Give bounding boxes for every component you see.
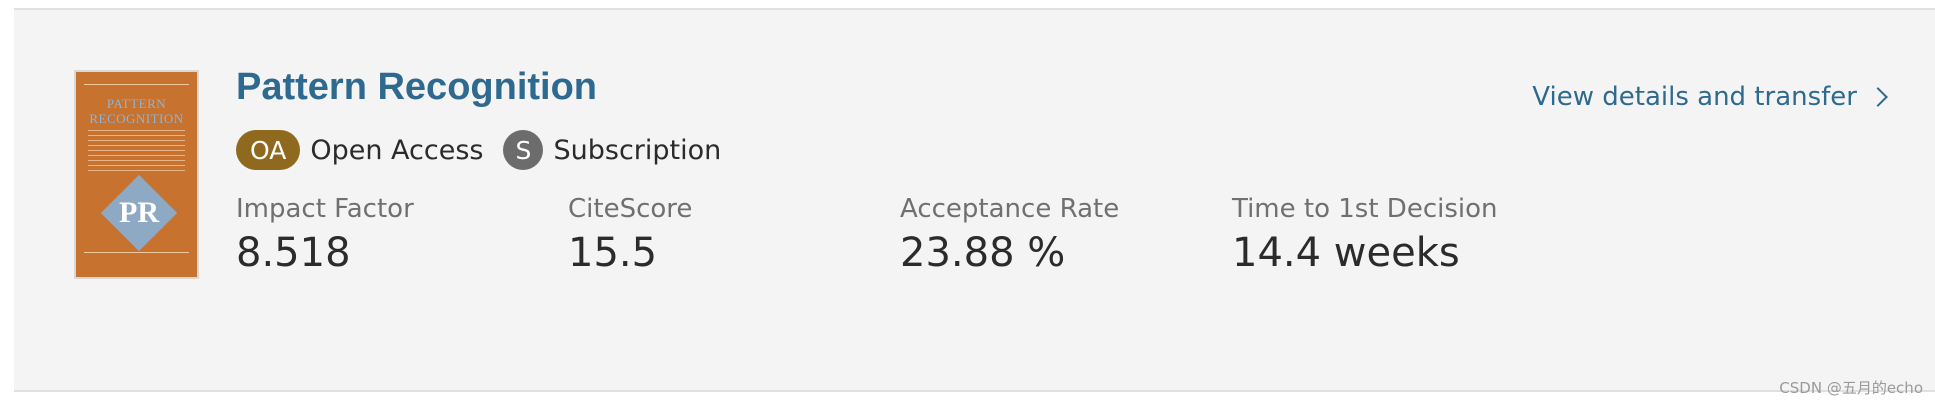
cover-logo: PR [100,174,178,252]
open-access-badge: OA [236,130,301,170]
view-details-transfer-link[interactable]: View details and transfer [1532,82,1888,112]
open-access-label: Open Access [310,134,484,166]
metric-value: 14.4 weeks [1232,230,1460,276]
watermark: CSDN @五月的echo [1779,379,1923,397]
subscription-label: Subscription [553,134,722,166]
metric-label: Time to 1st Decision [1232,194,1498,224]
access-options: OA Open Access S Subscription [236,130,721,170]
metric-value: 15.5 [568,230,658,276]
metric-label: Impact Factor [236,194,414,224]
metric-label: CiteScore [568,194,693,224]
metric-value: 23.88 % [900,230,1066,276]
metric-label: Acceptance Rate [900,194,1120,224]
metric-citescore: CiteScore 15.5 [568,194,692,276]
view-details-label: View details and transfer [1532,82,1857,112]
subscription-badge: S [503,130,544,170]
metric-impact-factor: Impact Factor 8.518 [236,194,414,276]
metric-time-to-decision: Time to 1st Decision 14.4 weeks [1232,194,1498,276]
cover-title: PATTERN RECOGNITION [89,96,184,126]
journal-title[interactable]: Pattern Recognition [236,66,597,109]
metric-value: 8.518 [236,230,351,276]
chevron-right-icon [1868,87,1888,107]
metric-acceptance-rate: Acceptance Rate 23.88 % [900,194,1119,276]
journal-cover-image[interactable]: PATTERN RECOGNITION PR [74,70,199,279]
journal-card: PATTERN RECOGNITION PR Pattern Recogniti… [14,8,1935,392]
